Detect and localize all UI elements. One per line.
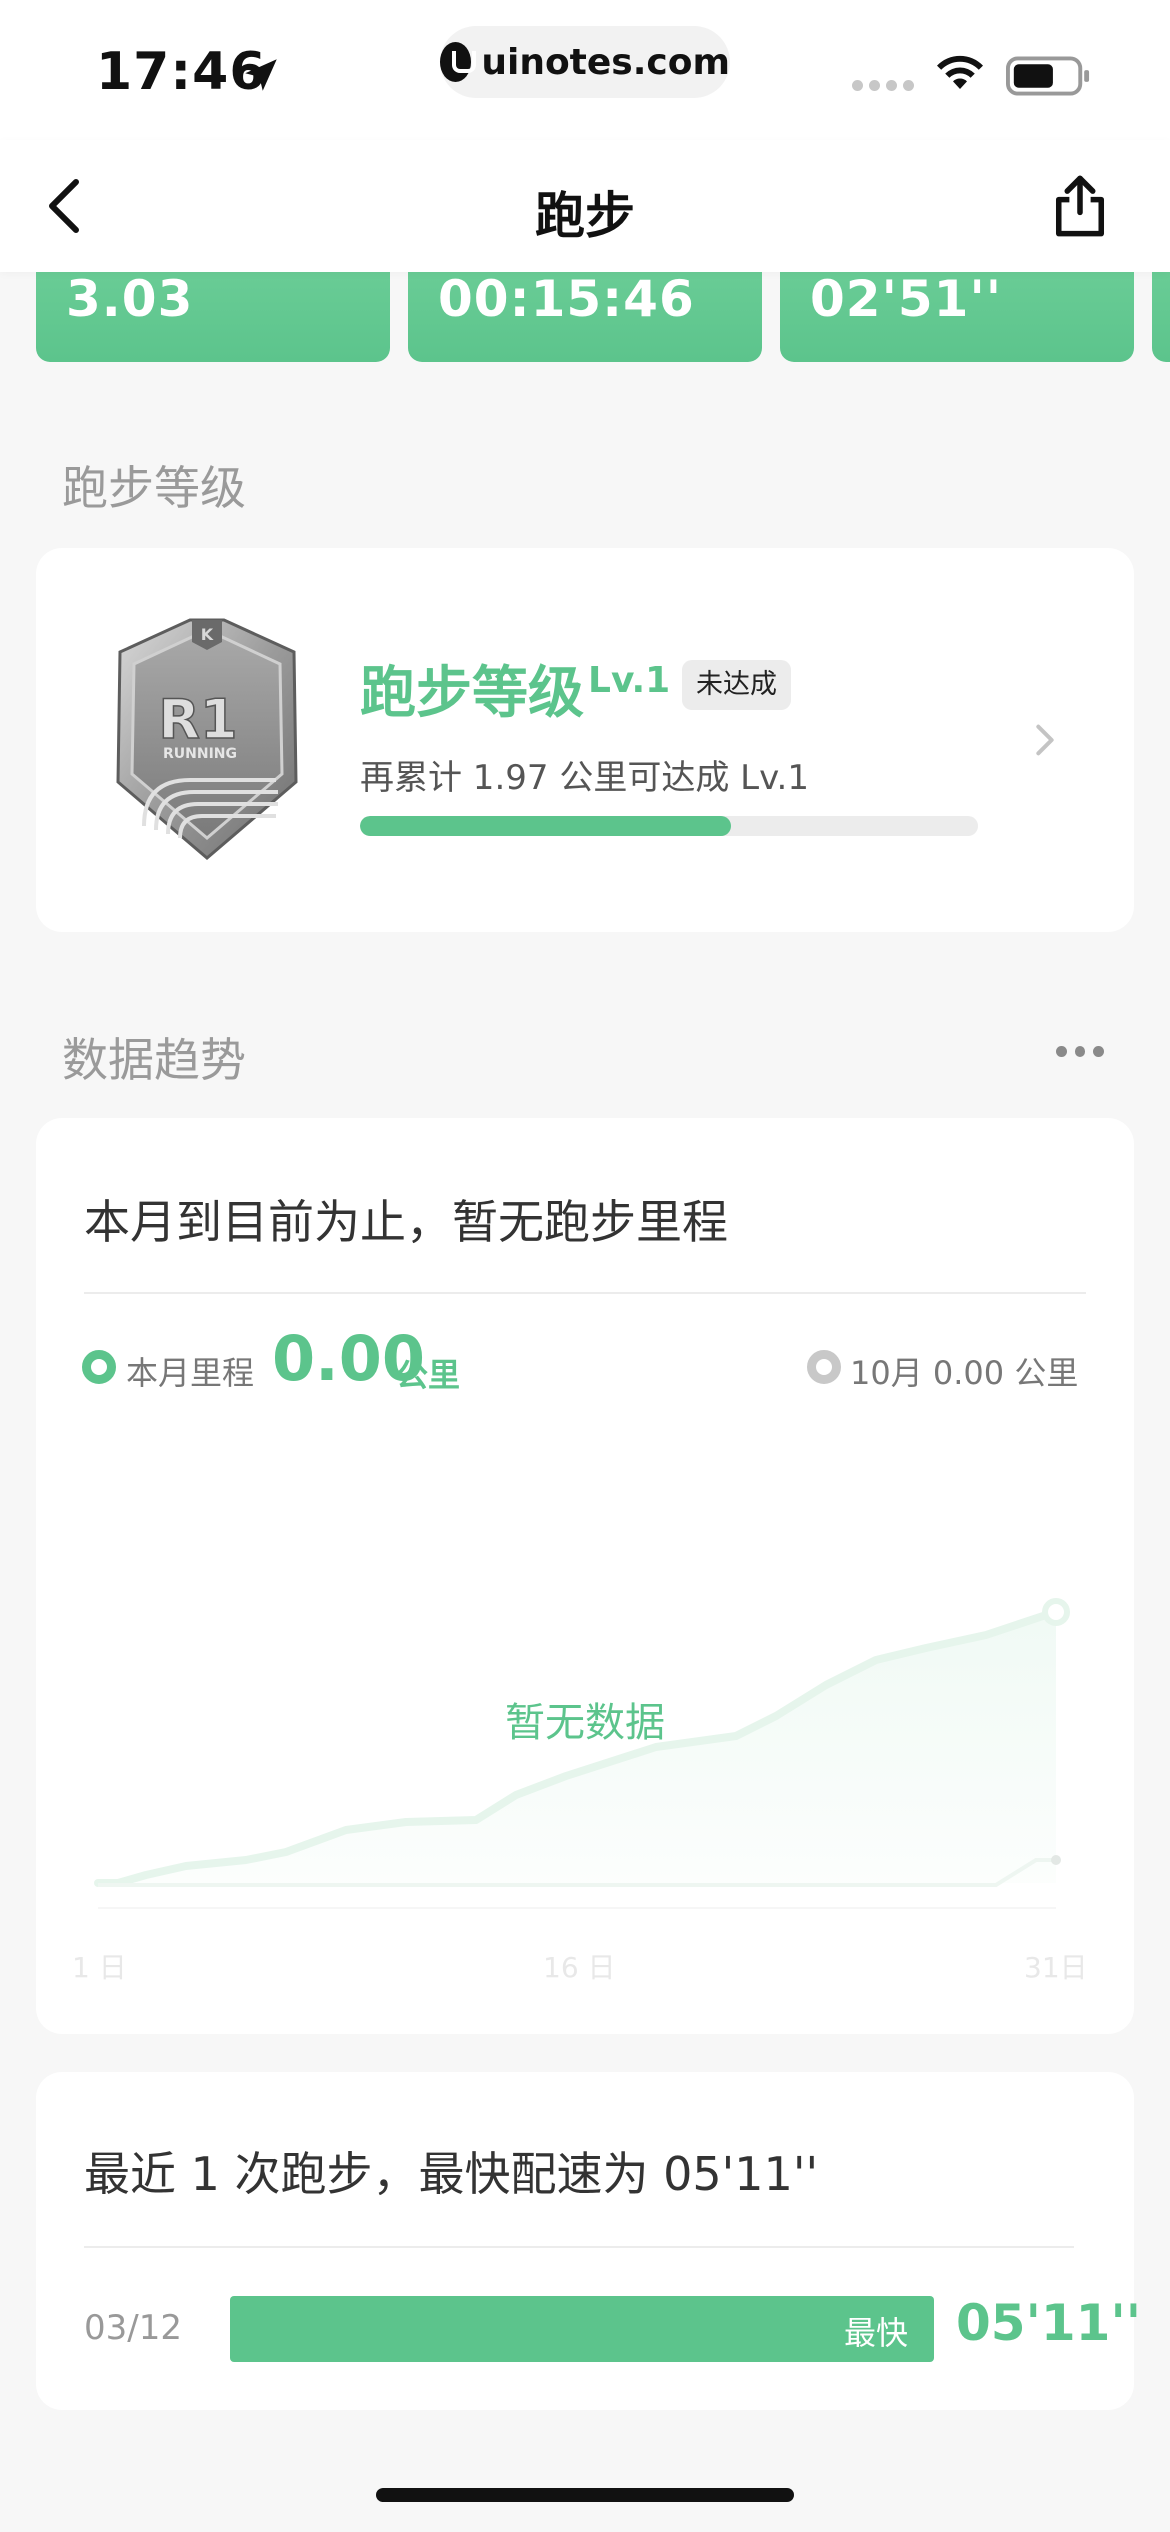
more-icon[interactable] [1056,1046,1105,1060]
legend-current-unit: 公里 [396,1356,461,1394]
svg-text:R1: R1 [158,688,237,751]
battery-icon [1006,56,1090,96]
svg-text:K: K [201,625,214,644]
stat-value: 02'51'' [810,270,1003,328]
section-title-level: 跑步等级 [62,461,246,515]
signal-icon [852,80,914,91]
nav-bar: 跑步 [0,140,1170,272]
level-title: 跑步等级 [360,661,584,726]
legend-compare-dot [807,1350,841,1384]
stat-value: 3.03 [66,270,194,328]
home-indicator[interactable] [376,2488,794,2502]
level-progress-bar [360,816,978,836]
svg-text:RUNNING: RUNNING [163,746,237,762]
level-description: 再累计 1.97 公里可达成 Lv.1 [360,758,809,798]
x-tick-label: 31日 [1024,1951,1088,1984]
chevron-right-icon[interactable] [1030,720,1060,760]
current-end-point [1051,1855,1061,1865]
section-title-trend: 数据趋势 [62,1033,246,1087]
level-progress-fill [360,816,731,836]
comparison-end-point [1042,1598,1070,1626]
pace-row-date: 03/12 [84,2308,182,2348]
share-icon[interactable] [1046,172,1114,240]
status-bar: 17:46 uinotes.com [0,0,1170,140]
trend-headline: 本月到目前为止，暂无跑步里程 [84,1195,728,1249]
divider [84,1292,1086,1294]
pace-row-bar-label: 最快 [843,2314,908,2352]
wifi-icon [937,55,983,89]
legend-compare-label: 10月 0.00 公里 [850,1354,1079,1392]
url-pill[interactable]: uinotes.com [440,26,730,98]
legend-current-label: 本月里程 [126,1354,255,1392]
running-level-badge: K R1 RUNNING [116,618,298,860]
divider [84,2246,1074,2248]
location-arrow-icon [245,59,277,91]
level-number: Lv.1 [588,660,671,701]
page-title: 跑步 [535,187,635,245]
site-logo-icon [440,42,477,82]
pace-headline: 最近 1 次跑步，最快配速为 05'11'' [84,2147,819,2201]
stat-value: 00:15:46 [438,270,695,328]
pace-row-bar: 最快 [230,2296,934,2362]
x-tick-label: 1 日 [72,1951,127,1984]
x-tick-label: 16 日 [543,1951,616,1984]
url-text: uinotes.com [481,41,730,83]
status-badge: 未达成 [682,660,791,710]
pace-row-value: 05'11'' [956,2294,1142,2352]
legend-current-dot [82,1350,116,1384]
no-data-label: 暂无数据 [505,1700,665,1746]
